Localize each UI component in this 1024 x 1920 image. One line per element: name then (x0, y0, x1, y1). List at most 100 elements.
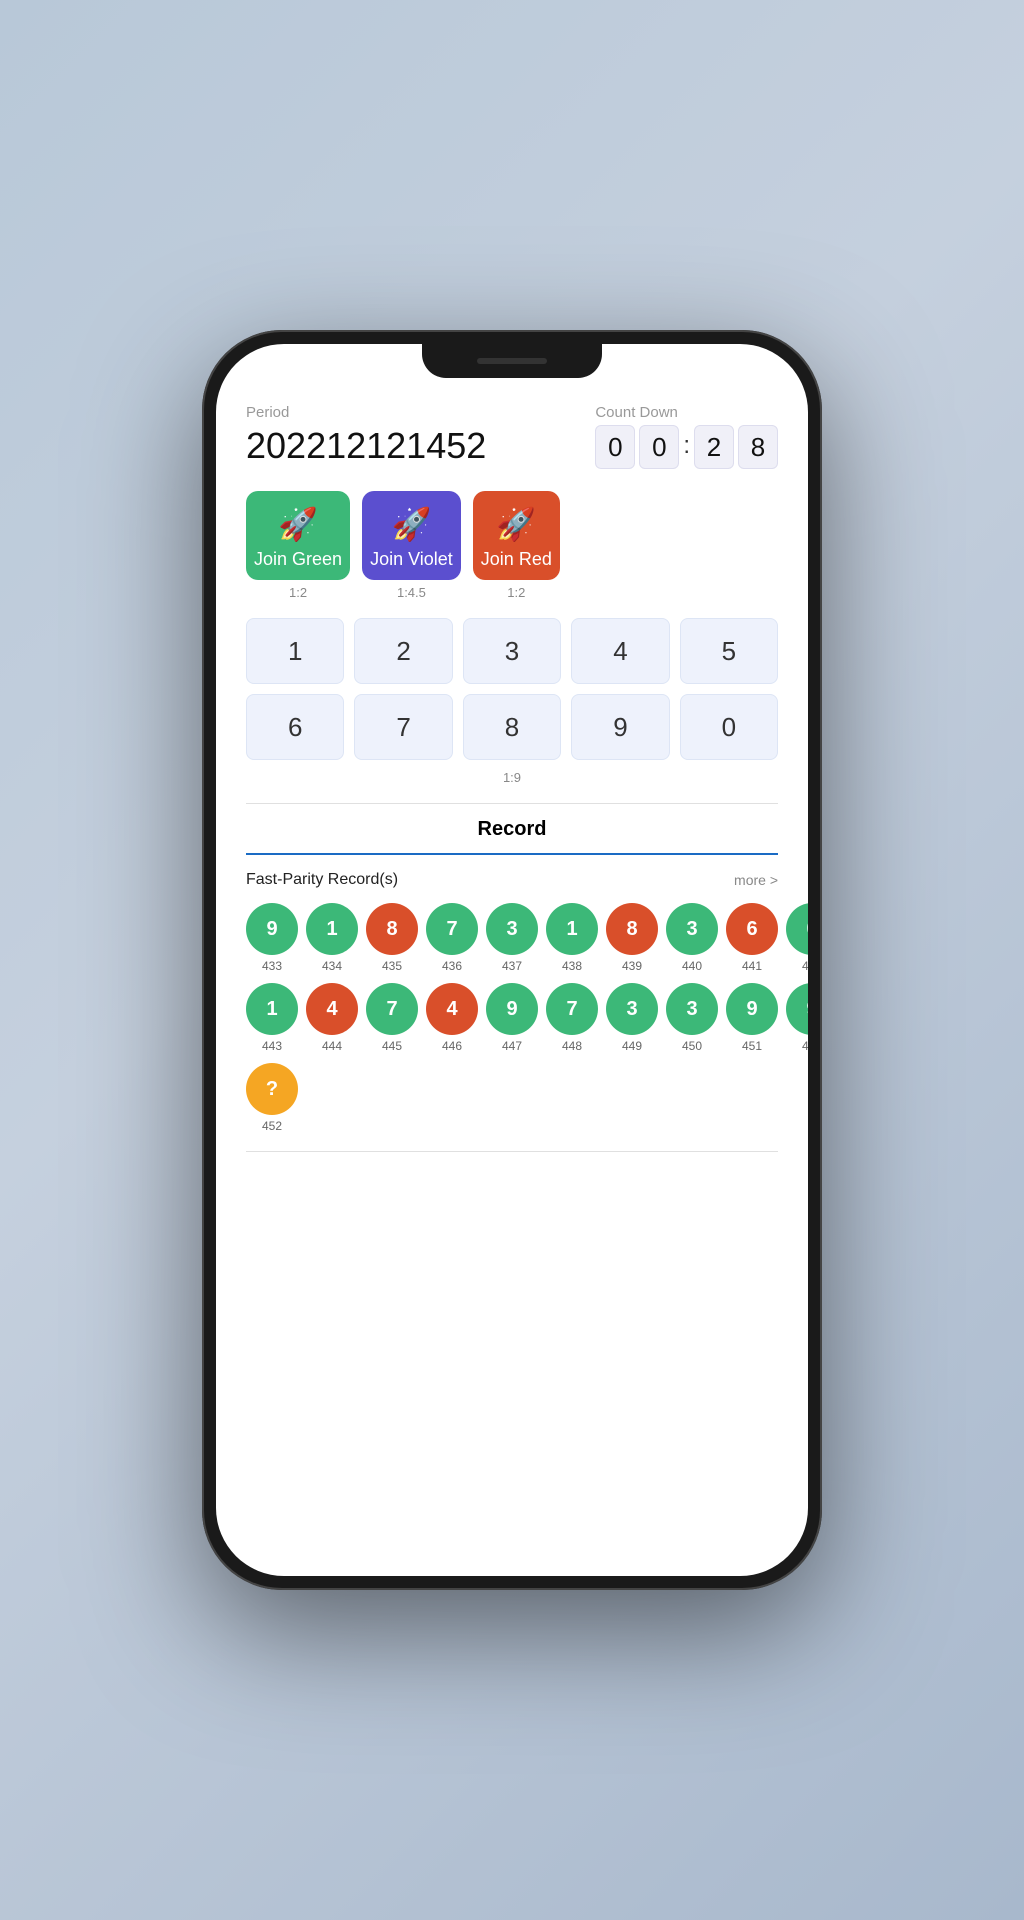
join-violet-button[interactable]: 🚀 Join Violet (362, 491, 461, 580)
circle-item-450[interactable]: 3 450 (666, 983, 718, 1053)
join-violet-section: 🚀 Join Violet 1:4.5 (362, 491, 461, 600)
number-2[interactable]: 2 (354, 618, 452, 684)
circle-item-446[interactable]: 4 446 (426, 983, 478, 1053)
countdown-digit-1: 0 (639, 425, 679, 469)
period-label: Period (246, 404, 486, 421)
join-red-ratio: 1:2 (473, 585, 560, 600)
circle-433: 9 (246, 903, 298, 955)
circle-item-442[interactable]: 0 442 (786, 903, 808, 973)
circle-num-436: 436 (442, 959, 462, 973)
rocket-red-icon: 🚀 (496, 505, 536, 543)
circles-section-3: ? 452 (246, 1063, 778, 1133)
circle-num-450: 450 (682, 1039, 702, 1053)
circle-item-433[interactable]: 9 433 (246, 903, 298, 973)
circle-num-447: 447 (502, 1039, 522, 1053)
circle-451b: 9 (786, 983, 808, 1035)
number-8[interactable]: 8 (463, 694, 561, 760)
join-green-section: 🚀 Join Green 1:2 (246, 491, 350, 600)
circle-num-434: 434 (322, 959, 342, 973)
record-underline (246, 853, 778, 855)
circle-438: 1 (546, 903, 598, 955)
rocket-violet-icon: 🚀 (392, 505, 432, 543)
phone-frame: Period 202212121452 Count Down 0 0 : 2 8 (202, 330, 822, 1590)
circles-row-3: ? 452 (246, 1063, 778, 1133)
countdown-label: Count Down (595, 404, 778, 421)
circle-num-441: 441 (742, 959, 762, 973)
notch-speaker (477, 358, 547, 364)
circle-item-449[interactable]: 3 449 (606, 983, 658, 1053)
countdown-digit-3: 8 (738, 425, 778, 469)
circle-item-434[interactable]: 1 434 (306, 903, 358, 973)
countdown-section: Count Down 0 0 : 2 8 (595, 404, 778, 469)
circle-item-436[interactable]: 7 436 (426, 903, 478, 973)
circle-item-444[interactable]: 4 444 (306, 983, 358, 1053)
circle-item-445[interactable]: 7 445 (366, 983, 418, 1053)
period-section: Period 202212121452 (246, 404, 486, 467)
circle-item-435[interactable]: 8 435 (366, 903, 418, 973)
number-6[interactable]: 6 (246, 694, 344, 760)
circle-item-452[interactable]: ? 452 (246, 1063, 298, 1133)
countdown-colon: : (683, 432, 690, 460)
circle-439: 8 (606, 903, 658, 955)
circle-num-435: 435 (382, 959, 402, 973)
circle-443: 1 (246, 983, 298, 1035)
number-5[interactable]: 5 (680, 618, 778, 684)
rocket-green-icon: 🚀 (278, 505, 318, 543)
circle-448: 7 (546, 983, 598, 1035)
join-green-label: Join Green (254, 549, 342, 570)
circle-item-437[interactable]: 3 437 (486, 903, 538, 973)
circle-item-451b[interactable]: 9 451 (786, 983, 808, 1053)
number-row-1: 1 2 3 4 5 (246, 618, 778, 684)
circle-num-451a: 451 (742, 1039, 762, 1053)
number-7[interactable]: 7 (354, 694, 452, 760)
number-0[interactable]: 0 (680, 694, 778, 760)
record-header: Fast-Parity Record(s) more > (246, 871, 778, 889)
circle-450: 3 (666, 983, 718, 1035)
circle-num-445: 445 (382, 1039, 402, 1053)
circle-num-452: 452 (262, 1119, 282, 1133)
circle-item-438[interactable]: 1 438 (546, 903, 598, 973)
circle-444: 4 (306, 983, 358, 1035)
circle-item-439[interactable]: 8 439 (606, 903, 658, 973)
period-value: 202212121452 (246, 425, 486, 467)
circles-section-2: 1 443 4 444 7 445 4 446 (246, 983, 778, 1053)
circle-447: 9 (486, 983, 538, 1035)
circle-item-451a[interactable]: 9 451 (726, 983, 778, 1053)
phone-screen: Period 202212121452 Count Down 0 0 : 2 8 (216, 344, 808, 1576)
join-buttons-row: 🚀 Join Green 1:2 🚀 Join Violet 1:4.5 🚀 (246, 491, 778, 600)
circle-num-444: 444 (322, 1039, 342, 1053)
circle-451a: 9 (726, 983, 778, 1035)
circle-item-447[interactable]: 9 447 (486, 983, 538, 1053)
join-violet-label: Join Violet (370, 549, 453, 570)
record-title: Record (246, 804, 778, 853)
join-violet-ratio: 1:4.5 (362, 585, 461, 600)
header-row: Period 202212121452 Count Down 0 0 : 2 8 (246, 404, 778, 469)
circle-item-448[interactable]: 7 448 (546, 983, 598, 1053)
more-link[interactable]: more > (734, 872, 778, 888)
circle-num-442: 442 (802, 959, 808, 973)
circle-num-440: 440 (682, 959, 702, 973)
number-row-2: 6 7 8 9 0 (246, 694, 778, 760)
circle-436: 7 (426, 903, 478, 955)
number-4[interactable]: 4 (571, 618, 669, 684)
circle-item-441[interactable]: 6 441 (726, 903, 778, 973)
circle-num-438: 438 (562, 959, 582, 973)
circles-row-2: 1 443 4 444 7 445 4 446 (246, 983, 778, 1053)
number-1[interactable]: 1 (246, 618, 344, 684)
circle-num-446: 446 (442, 1039, 462, 1053)
circles-section-1: 9 433 1 434 8 435 7 436 (246, 903, 778, 973)
join-red-section: 🚀 Join Red 1:2 (473, 491, 560, 600)
circle-item-443[interactable]: 1 443 (246, 983, 298, 1053)
circle-435: 8 (366, 903, 418, 955)
circle-434: 1 (306, 903, 358, 955)
join-green-button[interactable]: 🚀 Join Green (246, 491, 350, 580)
circle-440: 3 (666, 903, 718, 955)
grid-ratio: 1:9 (246, 770, 778, 785)
circle-437: 3 (486, 903, 538, 955)
join-green-ratio: 1:2 (246, 585, 350, 600)
join-red-button[interactable]: 🚀 Join Red (473, 491, 560, 580)
circle-item-440[interactable]: 3 440 (666, 903, 718, 973)
number-9[interactable]: 9 (571, 694, 669, 760)
number-3[interactable]: 3 (463, 618, 561, 684)
circle-442: 0 (786, 903, 808, 955)
